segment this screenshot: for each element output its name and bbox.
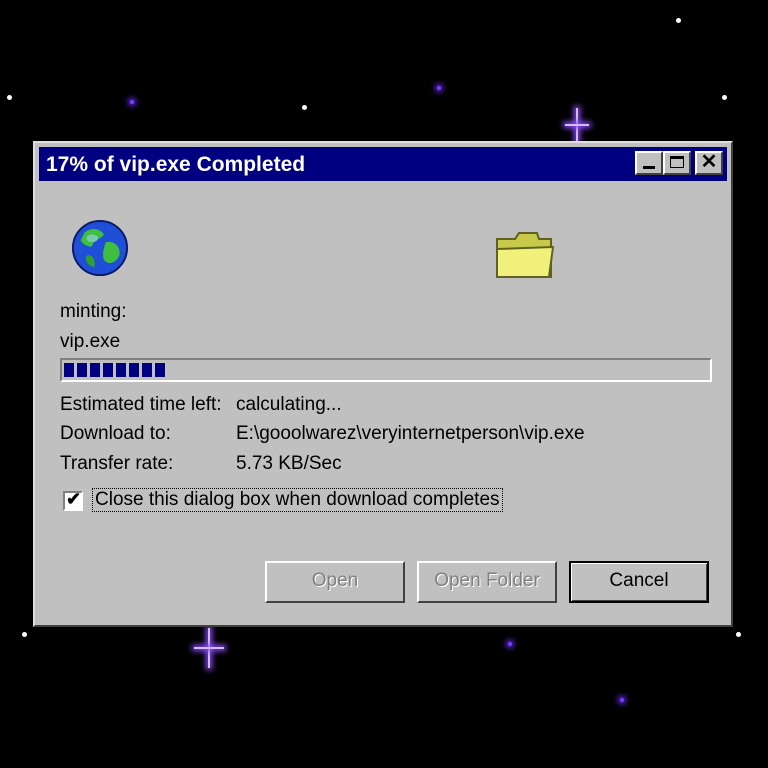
- sparkle-star: [194, 628, 224, 668]
- maximize-icon: [670, 156, 684, 168]
- star: [130, 100, 134, 104]
- open-folder-button[interactable]: Open Folder: [417, 561, 557, 603]
- star: [676, 18, 681, 23]
- progress-block: [64, 363, 74, 377]
- star: [302, 105, 307, 110]
- progress-block: [155, 363, 165, 377]
- close-on-complete-checkbox[interactable]: ✔: [63, 489, 83, 511]
- progress-block: [103, 363, 113, 377]
- status-filename: vip.exe: [60, 331, 121, 352]
- maximize-button[interactable]: [663, 151, 691, 175]
- star: [722, 95, 727, 100]
- transfer-rate-label: Transfer rate:: [60, 453, 174, 474]
- globe-icon: [71, 219, 129, 277]
- star: [620, 698, 624, 702]
- download-progress-bar: [60, 358, 712, 382]
- progress-block: [142, 363, 152, 377]
- star: [22, 632, 27, 637]
- close-icon: ✕: [700, 151, 718, 173]
- minimize-button[interactable]: [635, 151, 663, 175]
- download-to-label: Download to:: [60, 423, 171, 444]
- star: [508, 642, 512, 646]
- download-to-value: E:\gooolwarez\veryinternetperson\vip.exe: [236, 423, 585, 444]
- star: [736, 632, 741, 637]
- transfer-rate-value: 5.73 KB/Sec: [236, 453, 342, 474]
- estimated-time-value: calculating...: [236, 394, 342, 415]
- progress-block: [77, 363, 87, 377]
- progress-block: [116, 363, 126, 377]
- close-button[interactable]: ✕: [695, 151, 723, 175]
- window-title: 17% of vip.exe Completed: [46, 153, 306, 176]
- download-dialog: 17% of vip.exe Completed ✕ minting: vip.…: [33, 141, 733, 627]
- open-button[interactable]: Open: [265, 561, 405, 603]
- title-bar[interactable]: 17% of vip.exe Completed ✕: [39, 147, 727, 181]
- status-action: minting:: [60, 301, 127, 322]
- estimated-time-label: Estimated time left:: [60, 394, 222, 415]
- star: [7, 95, 12, 100]
- progress-block: [90, 363, 100, 377]
- close-on-complete-label[interactable]: Close this dialog box when download comp…: [92, 488, 503, 512]
- progress-block: [129, 363, 139, 377]
- folder-icon: [496, 232, 555, 278]
- cancel-button[interactable]: Cancel: [569, 561, 709, 603]
- checkmark-icon: ✔: [66, 489, 82, 509]
- star: [437, 86, 441, 90]
- progress-fill: [64, 363, 165, 377]
- sparkle-star: [565, 108, 589, 142]
- minimize-icon: [643, 166, 655, 169]
